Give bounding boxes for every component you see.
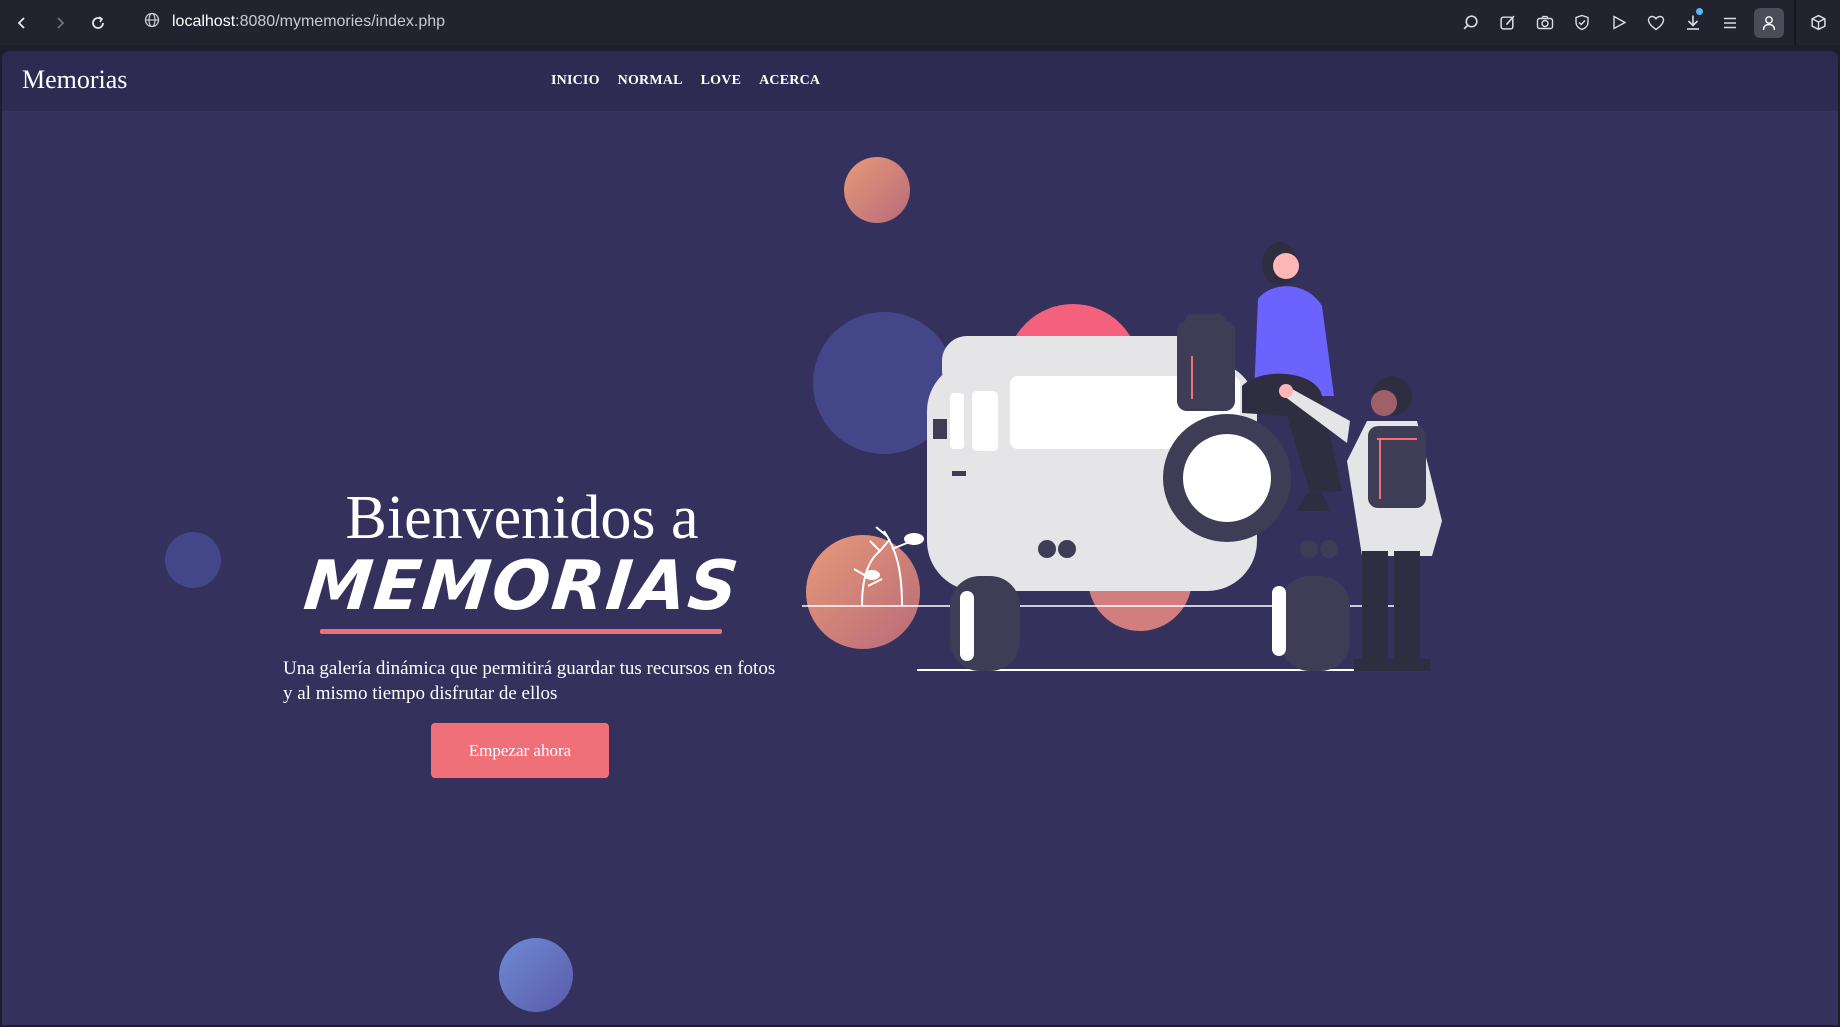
- main-nav: INICIO NORMAL LOVE ACERCA: [551, 73, 820, 89]
- hero-brand: MEMORIAS: [300, 547, 744, 626]
- hero-subtitle: Una galería dinámica que permitirá guard…: [283, 658, 776, 704]
- start-button[interactable]: Empezar ahora: [431, 723, 609, 778]
- page-viewport: Memorias INICIO NORMAL LOVE ACERCA Bienv…: [2, 51, 1838, 1025]
- decor-bubble: [165, 532, 221, 588]
- menu-icon[interactable]: [1711, 0, 1748, 45]
- browser-toolbar: localhost:8080/mymemories/index.php: [0, 0, 1840, 45]
- nav-acerca[interactable]: ACERCA: [759, 73, 820, 89]
- extensions-icon[interactable]: [1796, 0, 1840, 45]
- reload-icon[interactable]: [86, 11, 110, 35]
- site-info-icon[interactable]: [144, 12, 160, 33]
- site-brand[interactable]: Memorias: [22, 65, 127, 95]
- address-bar[interactable]: localhost:8080/mymemories/index.php: [144, 9, 445, 35]
- nav-normal[interactable]: NORMAL: [618, 73, 683, 89]
- nav-inicio[interactable]: INICIO: [551, 73, 600, 89]
- title-underline: [320, 629, 722, 634]
- search-icon[interactable]: [1452, 0, 1489, 45]
- shield-icon[interactable]: [1563, 0, 1600, 45]
- download-icon[interactable]: [1674, 0, 1711, 45]
- profile-icon[interactable]: [1754, 7, 1784, 38]
- url-host: localhost: [172, 13, 236, 30]
- hero-title: Bienvenidos a: [345, 484, 699, 552]
- heart-icon[interactable]: [1637, 0, 1674, 45]
- forward-icon[interactable]: [48, 11, 72, 35]
- nav-love[interactable]: LOVE: [701, 73, 741, 89]
- site-header: Memorias INICIO NORMAL LOVE ACERCA: [2, 51, 1838, 111]
- back-icon[interactable]: [10, 11, 34, 35]
- travel-illustration: [802, 242, 1442, 671]
- decor-bubble: [499, 938, 573, 1012]
- camera-icon[interactable]: [1526, 0, 1563, 45]
- download-indicator: [1696, 8, 1703, 15]
- url-path: :8080/mymemories/index.php: [235, 13, 446, 30]
- url-text: localhost:8080/mymemories/index.php: [172, 13, 445, 31]
- play-icon[interactable]: [1600, 0, 1637, 45]
- edit-icon[interactable]: [1489, 0, 1526, 45]
